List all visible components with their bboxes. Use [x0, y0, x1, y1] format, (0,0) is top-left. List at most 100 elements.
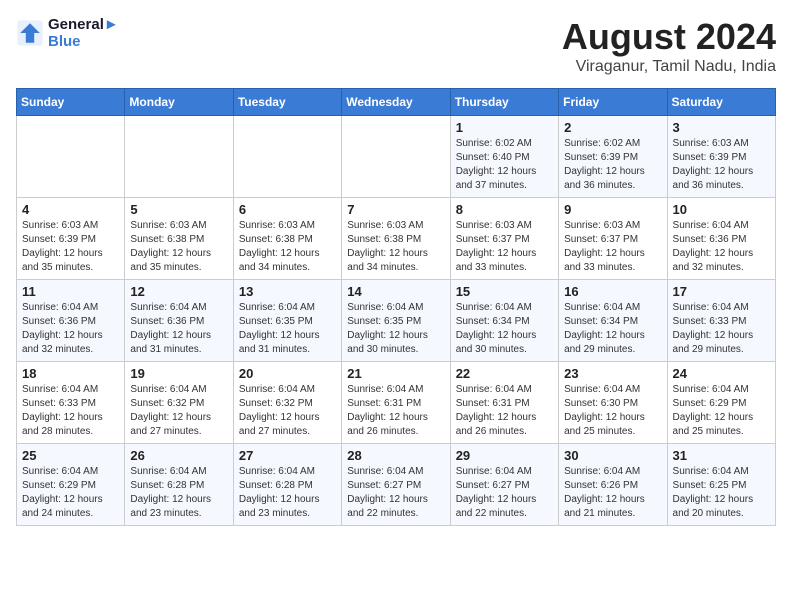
- day-number: 25: [22, 448, 119, 463]
- calendar-cell: 26 Sunrise: 6:04 AM Sunset: 6:28 PM Dayli…: [125, 444, 233, 526]
- day-number: 27: [239, 448, 336, 463]
- weekday-header-row: SundayMondayTuesdayWednesdayThursdayFrid…: [17, 89, 776, 116]
- calendar-cell: [342, 116, 450, 198]
- calendar-cell: [125, 116, 233, 198]
- weekday-header: Tuesday: [233, 89, 341, 116]
- day-detail: Sunrise: 6:04 AM Sunset: 6:35 PM Dayligh…: [239, 301, 336, 357]
- day-number: 12: [130, 284, 227, 299]
- calendar-cell: 3Sunrise: 6:03 AM Sunset: 6:39 PM Daylig…: [667, 116, 775, 198]
- day-detail: Sunrise: 6:04 AM Sunset: 6:29 PM Dayligh…: [22, 465, 119, 521]
- calendar-cell: 21Sunrise: 6:04 AM Sunset: 6:31 PM Dayli…: [342, 362, 450, 444]
- day-number: 15: [456, 284, 553, 299]
- weekday-header: Saturday: [667, 89, 775, 116]
- day-detail: Sunrise: 6:04 AM Sunset: 6:26 PM Dayligh…: [564, 465, 661, 521]
- calendar-cell: 23Sunrise: 6:04 AM Sunset: 6:30 PM Dayli…: [559, 362, 667, 444]
- calendar-week-row: 11Sunrise: 6:04 AM Sunset: 6:36 PM Dayli…: [17, 280, 776, 362]
- day-number: 2: [564, 120, 661, 135]
- calendar-cell: [233, 116, 341, 198]
- calendar-cell: 27 Sunrise: 6:04 AM Sunset: 6:28 PM Dayli…: [233, 444, 341, 526]
- day-detail: Sunrise: 6:03 AM Sunset: 6:38 PM Dayligh…: [130, 219, 227, 275]
- calendar-cell: 8 Sunrise: 6:03 AM Sunset: 6:37 PM Daylig…: [450, 198, 558, 280]
- day-number: 21: [347, 366, 444, 381]
- day-detail: Sunrise: 6:04 AM Sunset: 6:29 PM Dayligh…: [673, 383, 770, 439]
- day-number: 1: [456, 120, 553, 135]
- day-detail: Sunrise: 6:04 AM Sunset: 6:33 PM Dayligh…: [22, 383, 119, 439]
- day-detail: Sunrise: 6:02 AM Sunset: 6:39 PM Dayligh…: [564, 137, 661, 193]
- calendar-cell: 11Sunrise: 6:04 AM Sunset: 6:36 PM Dayli…: [17, 280, 125, 362]
- day-detail: Sunrise: 6:04 AM Sunset: 6:36 PM Dayligh…: [130, 301, 227, 357]
- day-number: 10: [673, 202, 770, 217]
- page-header: General► Blue August 2024 Viraganur, Tam…: [16, 16, 776, 76]
- day-detail: Sunrise: 6:04 AM Sunset: 6:27 PM Dayligh…: [456, 465, 553, 521]
- calendar-cell: 18 Sunrise: 6:04 AM Sunset: 6:33 PM Dayli…: [17, 362, 125, 444]
- day-number: 19: [130, 366, 227, 381]
- calendar-cell: 6 Sunrise: 6:03 AM Sunset: 6:38 PM Daylig…: [233, 198, 341, 280]
- calendar-cell: 5Sunrise: 6:03 AM Sunset: 6:38 PM Daylig…: [125, 198, 233, 280]
- day-detail: Sunrise: 6:04 AM Sunset: 6:27 PM Dayligh…: [347, 465, 444, 521]
- day-number: 17: [673, 284, 770, 299]
- calendar-cell: 9 Sunrise: 6:03 AM Sunset: 6:37 PM Daylig…: [559, 198, 667, 280]
- day-detail: Sunrise: 6:04 AM Sunset: 6:31 PM Dayligh…: [456, 383, 553, 439]
- day-number: 20: [239, 366, 336, 381]
- calendar-cell: 20 Sunrise: 6:04 AM Sunset: 6:32 PM Dayli…: [233, 362, 341, 444]
- calendar-cell: [17, 116, 125, 198]
- calendar-cell: 31 Sunrise: 6:04 AM Sunset: 6:25 PM Dayli…: [667, 444, 775, 526]
- day-detail: Sunrise: 6:04 AM Sunset: 6:34 PM Dayligh…: [456, 301, 553, 357]
- day-number: 18: [22, 366, 119, 381]
- location-subtitle: Viraganur, Tamil Nadu, India: [562, 58, 776, 76]
- day-number: 13: [239, 284, 336, 299]
- calendar-cell: 16 Sunrise: 6:04 AM Sunset: 6:34 PM Dayli…: [559, 280, 667, 362]
- month-year-title: August 2024: [562, 16, 776, 58]
- title-block: August 2024 Viraganur, Tamil Nadu, India: [562, 16, 776, 76]
- weekday-header: Friday: [559, 89, 667, 116]
- day-detail: Sunrise: 6:04 AM Sunset: 6:36 PM Dayligh…: [22, 301, 119, 357]
- calendar-cell: 17 Sunrise: 6:04 AM Sunset: 6:33 PM Dayli…: [667, 280, 775, 362]
- weekday-header: Sunday: [17, 89, 125, 116]
- calendar-cell: 2 Sunrise: 6:02 AM Sunset: 6:39 PM Daylig…: [559, 116, 667, 198]
- day-detail: Sunrise: 6:04 AM Sunset: 6:34 PM Dayligh…: [564, 301, 661, 357]
- day-number: 28: [347, 448, 444, 463]
- calendar-cell: 22 Sunrise: 6:04 AM Sunset: 6:31 PM Dayli…: [450, 362, 558, 444]
- calendar-cell: 24 Sunrise: 6:04 AM Sunset: 6:29 PM Dayli…: [667, 362, 775, 444]
- calendar-cell: 30 Sunrise: 6:04 AM Sunset: 6:26 PM Dayli…: [559, 444, 667, 526]
- day-number: 7: [347, 202, 444, 217]
- day-number: 30: [564, 448, 661, 463]
- day-detail: Sunrise: 6:03 AM Sunset: 6:39 PM Dayligh…: [673, 137, 770, 193]
- day-number: 14: [347, 284, 444, 299]
- calendar-cell: 13 Sunrise: 6:04 AM Sunset: 6:35 PM Dayli…: [233, 280, 341, 362]
- day-number: 23: [564, 366, 661, 381]
- day-detail: Sunrise: 6:03 AM Sunset: 6:38 PM Dayligh…: [239, 219, 336, 275]
- calendar-week-row: 25 Sunrise: 6:04 AM Sunset: 6:29 PM Dayli…: [17, 444, 776, 526]
- day-number: 26: [130, 448, 227, 463]
- day-number: 29: [456, 448, 553, 463]
- day-detail: Sunrise: 6:04 AM Sunset: 6:28 PM Dayligh…: [130, 465, 227, 521]
- day-number: 6: [239, 202, 336, 217]
- calendar-cell: 28 Sunrise: 6:04 AM Sunset: 6:27 PM Dayli…: [342, 444, 450, 526]
- weekday-header: Thursday: [450, 89, 558, 116]
- logo-text: General► Blue: [48, 16, 119, 50]
- day-detail: Sunrise: 6:03 AM Sunset: 6:37 PM Dayligh…: [456, 219, 553, 275]
- calendar-cell: 1 Sunrise: 6:02 AM Sunset: 6:40 PM Daylig…: [450, 116, 558, 198]
- day-number: 24: [673, 366, 770, 381]
- day-detail: Sunrise: 6:04 AM Sunset: 6:33 PM Dayligh…: [673, 301, 770, 357]
- day-detail: Sunrise: 6:03 AM Sunset: 6:37 PM Dayligh…: [564, 219, 661, 275]
- day-detail: Sunrise: 6:04 AM Sunset: 6:36 PM Dayligh…: [673, 219, 770, 275]
- calendar-table: SundayMondayTuesdayWednesdayThursdayFrid…: [16, 88, 776, 526]
- calendar-week-row: 1 Sunrise: 6:02 AM Sunset: 6:40 PM Daylig…: [17, 116, 776, 198]
- day-number: 31: [673, 448, 770, 463]
- calendar-cell: 14 Sunrise: 6:04 AM Sunset: 6:35 PM Dayli…: [342, 280, 450, 362]
- day-detail: Sunrise: 6:04 AM Sunset: 6:25 PM Dayligh…: [673, 465, 770, 521]
- day-detail: Sunrise: 6:02 AM Sunset: 6:40 PM Dayligh…: [456, 137, 553, 193]
- day-detail: Sunrise: 6:04 AM Sunset: 6:32 PM Dayligh…: [239, 383, 336, 439]
- day-detail: Sunrise: 6:04 AM Sunset: 6:32 PM Dayligh…: [130, 383, 227, 439]
- day-number: 8: [456, 202, 553, 217]
- day-number: 22: [456, 366, 553, 381]
- day-number: 9: [564, 202, 661, 217]
- day-detail: Sunrise: 6:04 AM Sunset: 6:28 PM Dayligh…: [239, 465, 336, 521]
- day-number: 16: [564, 284, 661, 299]
- weekday-header: Wednesday: [342, 89, 450, 116]
- calendar-cell: 15 Sunrise: 6:04 AM Sunset: 6:34 PM Dayli…: [450, 280, 558, 362]
- calendar-cell: 4Sunrise: 6:03 AM Sunset: 6:39 PM Daylig…: [17, 198, 125, 280]
- day-detail: Sunrise: 6:04 AM Sunset: 6:35 PM Dayligh…: [347, 301, 444, 357]
- calendar-cell: 12 Sunrise: 6:04 AM Sunset: 6:36 PM Dayli…: [125, 280, 233, 362]
